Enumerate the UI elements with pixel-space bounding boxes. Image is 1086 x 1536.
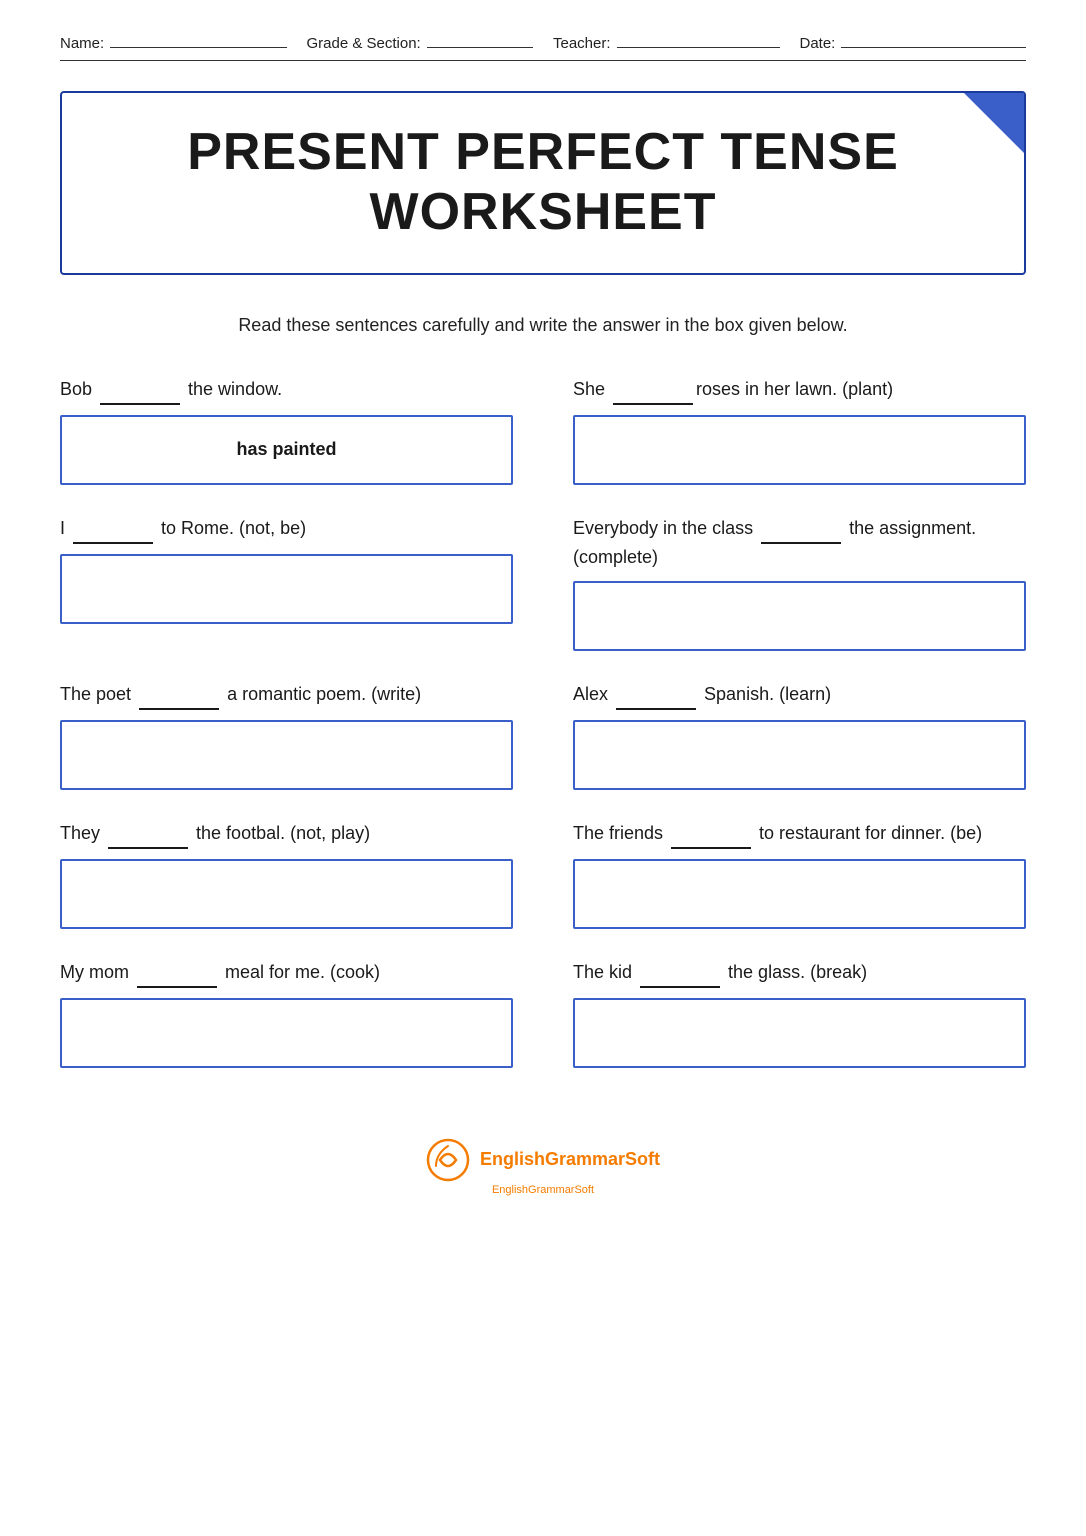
title-corner-decoration: [964, 93, 1024, 153]
answer-box-q5[interactable]: [60, 720, 513, 790]
exercise-item-q1: Bob the window. has painted: [60, 376, 513, 485]
exercise-item-q6: Alex Spanish. (learn): [573, 681, 1026, 790]
brand-icon: [426, 1138, 470, 1182]
answer-box-q10[interactable]: [573, 998, 1026, 1068]
blank-q3: [73, 515, 153, 544]
exercise-item-q4: Everybody in the class the assignment. (…: [573, 515, 1026, 651]
teacher-label: Teacher:: [553, 35, 611, 52]
question-q3: I to Rome. (not, be): [60, 515, 513, 544]
exercise-item-q2: She roses in her lawn. (plant): [573, 376, 1026, 485]
blank-q7: [108, 820, 188, 849]
exercise-item-q9: My mom meal for me. (cook): [60, 959, 513, 1068]
header-divider: [60, 60, 1026, 61]
date-underline[interactable]: [841, 30, 1026, 48]
answer-box-q2[interactable]: [573, 415, 1026, 485]
grade-underline[interactable]: [427, 30, 533, 48]
header-fields: Name: Grade & Section: Teacher: Date:: [60, 30, 1026, 52]
exercise-item-q3: I to Rome. (not, be): [60, 515, 513, 651]
brand-name: EnglishGrammarSoft: [480, 1149, 660, 1170]
name-field: Name:: [60, 30, 287, 52]
exercises-grid: Bob the window. has painted She roses in…: [60, 376, 1026, 1098]
exercise-item-q7: They the footbal. (not, play): [60, 820, 513, 929]
date-label: Date:: [800, 35, 836, 52]
footer-logo: EnglishGrammarSoft: [426, 1138, 660, 1182]
answer-box-q7[interactable]: [60, 859, 513, 929]
question-q8: The friends to restaurant for dinner. (b…: [573, 820, 1026, 849]
question-q5: The poet a romantic poem. (write): [60, 681, 513, 710]
blank-q10: [640, 959, 720, 988]
answer-box-q3[interactable]: [60, 554, 513, 624]
grade-field: Grade & Section:: [307, 30, 534, 52]
answer-box-q6[interactable]: [573, 720, 1026, 790]
question-q9: My mom meal for me. (cook): [60, 959, 513, 988]
question-q4: Everybody in the class the assignment. (…: [573, 515, 1026, 571]
answer-box-q8[interactable]: [573, 859, 1026, 929]
teacher-underline[interactable]: [617, 30, 780, 48]
name-underline[interactable]: [110, 30, 286, 48]
blank-q9: [137, 959, 217, 988]
blank-q6: [616, 681, 696, 710]
question-q2: She roses in her lawn. (plant): [573, 376, 1026, 405]
question-q1: Bob the window.: [60, 376, 513, 405]
blank-q8: [671, 820, 751, 849]
exercise-item-q8: The friends to restaurant for dinner. (b…: [573, 820, 1026, 929]
exercise-item-q10: The kid the glass. (break): [573, 959, 1026, 1068]
footer-subtext: EnglishGrammarSoft: [492, 1184, 594, 1196]
blank-q5: [139, 681, 219, 710]
date-field: Date:: [800, 30, 1027, 52]
exercise-item-q5: The poet a romantic poem. (write): [60, 681, 513, 790]
answer-text-q1: has painted: [236, 439, 336, 460]
grade-label: Grade & Section:: [307, 35, 421, 52]
blank-q1: [100, 376, 180, 405]
answer-box-q9[interactable]: [60, 998, 513, 1068]
teacher-field: Teacher:: [553, 30, 780, 52]
answer-box-q4[interactable]: [573, 581, 1026, 651]
worksheet-title: PRESENT PERFECT TENSE WORKSHEET: [102, 123, 984, 243]
answer-box-q1[interactable]: has painted: [60, 415, 513, 485]
question-q7: They the footbal. (not, play): [60, 820, 513, 849]
blank-q2: [613, 376, 693, 405]
blank-q4: [761, 515, 841, 544]
question-q6: Alex Spanish. (learn): [573, 681, 1026, 710]
name-label: Name:: [60, 35, 104, 52]
footer: EnglishGrammarSoft EnglishGrammarSoft: [60, 1128, 1026, 1196]
question-q10: The kid the glass. (break): [573, 959, 1026, 988]
instructions-text: Read these sentences carefully and write…: [60, 315, 1026, 336]
title-box: PRESENT PERFECT TENSE WORKSHEET: [60, 91, 1026, 275]
